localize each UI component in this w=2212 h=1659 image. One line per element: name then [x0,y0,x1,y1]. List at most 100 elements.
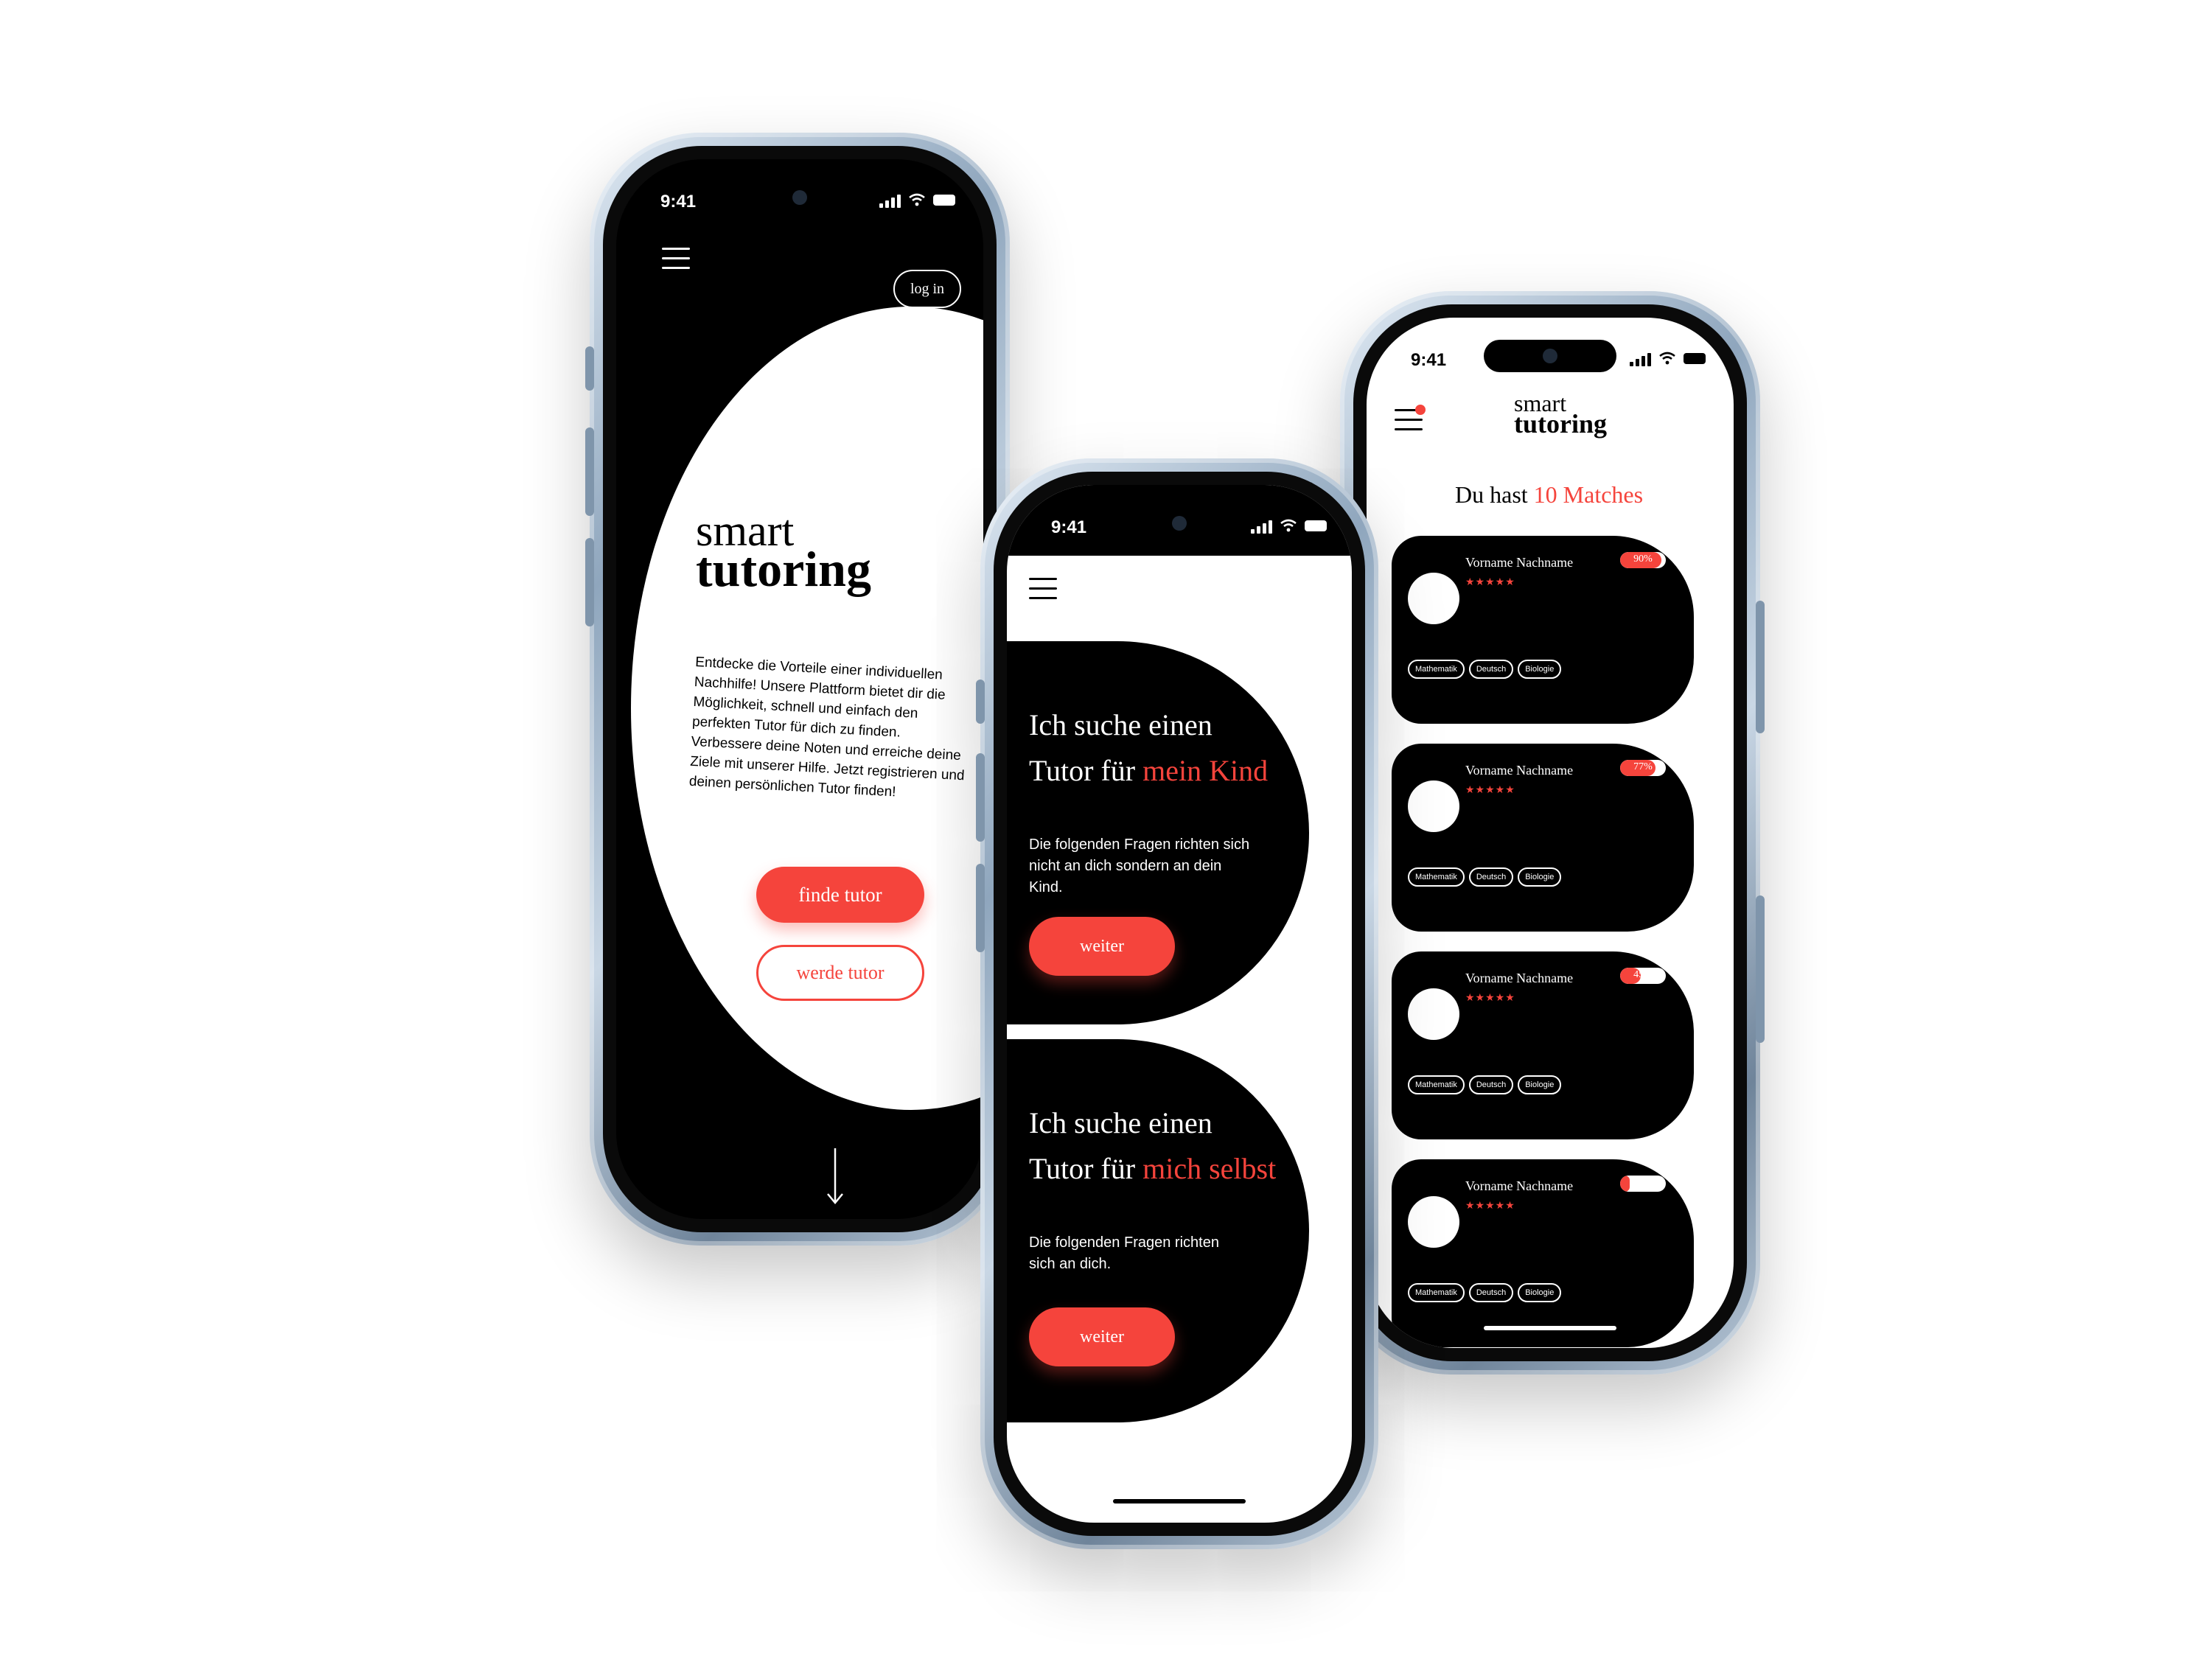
rating-stars: ★★★★★ [1465,991,1515,1003]
battery-icon [1684,353,1706,364]
continue-label: weiter [1080,937,1124,956]
intro-text: Entdecke die Vorteile einer individuelle… [688,654,966,800]
side-button [976,680,985,724]
tutor-name: Vorname Nachname [1465,555,1574,570]
match-card[interactable]: Vorname Nachname ★★★★★ 45% Mathematik De… [1392,951,1694,1139]
home-indicator[interactable] [1484,1326,1616,1330]
option-card-self[interactable]: Ich suche einen Tutor für mich selbst Di… [1007,1039,1309,1422]
phone-matches: 9:41 smart tutoring Du hast 10 Matches V… [1340,291,1765,1375]
side-button [585,427,594,516]
option-title-line2: Tutor für mich selbst [1029,1151,1276,1186]
option-title-accent: mein Kind [1142,754,1269,787]
wifi-icon [1280,519,1297,532]
subject-tag: Deutsch [1468,867,1514,887]
menu-icon[interactable] [1029,578,1057,600]
camera-icon [792,190,807,205]
status-time: 9:41 [660,192,697,212]
continue-button[interactable]: weiter [1029,917,1175,976]
signal-icon [879,195,901,208]
status-bar: 9:41 [1007,485,1352,556]
avatar [1408,988,1459,1040]
find-tutor-button[interactable]: finde tutor [756,867,924,923]
option-title-line1: Ich suche einen [1029,1106,1213,1139]
side-button [1756,601,1765,733]
login-button[interactable]: log in [893,270,961,308]
screen-landing: 9:41 log in smart tutoring Entdecke die … [616,159,983,1219]
tutor-name: Vorname Nachname [1465,971,1574,985]
status-bar: 9:41 [1367,318,1734,399]
subject-tag: Mathematik [1408,1075,1465,1094]
tutor-name: Vorname Nachname [1465,763,1574,778]
subject-tag: Biologie [1518,1075,1562,1094]
subject-tag: Biologie [1518,867,1562,887]
battery-icon [1305,520,1327,531]
become-tutor-label: werde tutor [796,962,885,983]
subject-tags: Mathematik Deutsch Biologie [1408,1075,1562,1094]
rating-stars: ★★★★★ [1465,1199,1515,1211]
wifi-icon [1659,352,1675,365]
continue-button[interactable]: weiter [1029,1307,1175,1366]
match-percent-badge: 77% [1620,760,1666,776]
phone-choice: 9:41 Ich suche einen Tutor für mein Kind… [976,458,1378,1549]
tutor-name: Vorname Nachname [1465,1178,1574,1193]
match-percent: 45% [1633,969,1653,980]
screen-choice: 9:41 Ich suche einen Tutor für mein Kind… [1007,485,1352,1523]
login-label: log in [910,281,945,297]
notification-dot-icon [1415,405,1426,415]
signal-icon [1251,520,1272,534]
side-button [976,753,985,842]
option-body: Die folgenden Fragen richten sich nicht … [1029,837,1250,895]
option-title-line1: Ich suche einen [1029,708,1213,741]
avatar [1408,573,1459,624]
logo-line2: tutoring [1514,408,1607,439]
match-card[interactable]: Vorname Nachname ★★★★★ 90% Mathematik De… [1392,536,1694,724]
rating-stars: ★★★★★ [1465,783,1515,795]
option-body: Die folgenden Fragen richten sich an dic… [1029,1234,1219,1272]
phone-landing: 9:41 log in smart tutoring Entdecke die … [585,133,1010,1246]
matches-heading: Du hast 10 Matches [1455,481,1643,509]
camera-icon [1172,516,1187,531]
match-card[interactable]: Vorname Nachname ★★★★★ 77% Mathematik De… [1392,744,1694,932]
subject-tag: Biologie [1518,660,1562,679]
home-indicator[interactable] [1113,1499,1246,1503]
heading-accent: 10 Matches [1533,481,1644,508]
side-button [585,538,594,626]
menu-icon[interactable] [662,248,690,270]
subject-tags: Mathematik Deutsch Biologie [1408,867,1562,887]
subject-tag: Mathematik [1408,660,1465,679]
subject-tag: Mathematik [1408,1283,1465,1302]
option-card-child[interactable]: Ich suche einen Tutor für mein Kind Die … [1007,641,1309,1024]
subject-tag: Deutsch [1468,1283,1514,1302]
match-percent-badge: 90% [1620,552,1666,568]
side-button [976,864,985,952]
find-tutor-label: finde tutor [798,884,882,906]
match-card[interactable]: Vorname Nachname ★★★★★ 21% Mathematik De… [1392,1159,1694,1347]
option-title-line2: Tutor für mein Kind [1029,753,1268,788]
status-time: 9:41 [1051,517,1087,537]
subject-tag: Deutsch [1468,1075,1514,1094]
rating-stars: ★★★★★ [1465,576,1515,587]
match-percent-badge: 21% [1620,1176,1666,1192]
wifi-icon [909,193,925,206]
continue-label: weiter [1080,1327,1124,1347]
avatar [1408,780,1459,832]
option-title-prefix: Tutor für [1029,1152,1143,1185]
option-title-prefix: Tutor für [1029,754,1143,787]
heading-prefix: Du hast [1455,481,1534,508]
status-time: 9:41 [1411,350,1447,370]
screen-matches: 9:41 smart tutoring Du hast 10 Matches V… [1367,318,1734,1348]
logo: smart tutoring [696,509,871,594]
status-bar: 9:41 [616,159,983,240]
battery-icon [933,195,955,206]
match-percent: 21% [1633,1177,1653,1188]
camera-icon [1543,349,1557,363]
subject-tag: Deutsch [1468,660,1514,679]
subject-tag: Biologie [1518,1283,1562,1302]
subject-tags: Mathematik Deutsch Biologie [1408,1283,1562,1302]
arrow-down-icon[interactable] [824,1147,846,1206]
side-button [585,346,594,391]
option-title-accent: mich selbst [1142,1152,1277,1185]
become-tutor-button[interactable]: werde tutor [756,945,924,1001]
match-percent-badge: 45% [1620,968,1666,984]
subject-tags: Mathematik Deutsch Biologie [1408,660,1562,679]
